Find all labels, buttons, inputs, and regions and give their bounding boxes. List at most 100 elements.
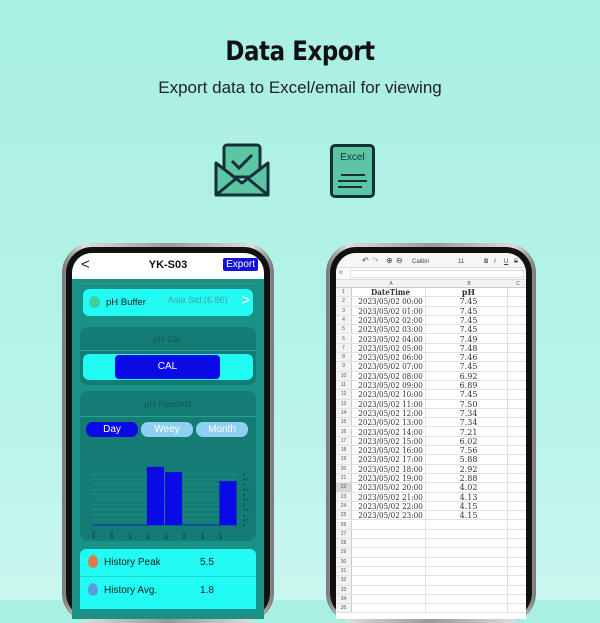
cell-ph[interactable]: 7.45 (430, 390, 508, 399)
cell-datetime[interactable]: DateTime (356, 287, 427, 297)
cell-datetime[interactable]: 2023/05/02 16:00 (356, 446, 427, 455)
cell-ph[interactable]: 2.88 (430, 474, 508, 483)
cell-ph[interactable]: 6.89 (430, 381, 508, 390)
cell-datetime[interactable] (356, 520, 427, 529)
cell-ph[interactable] (430, 594, 508, 604)
cell-datetime[interactable]: 2023/05/02 08:00 (356, 371, 427, 381)
cell-datetime[interactable]: 2023/05/02 17:00 (356, 455, 427, 464)
cell-ph[interactable]: 7.34 (430, 418, 508, 427)
row-number[interactable]: 6 (336, 334, 352, 343)
cell-ph[interactable]: 6.92 (430, 371, 508, 381)
column-c-header[interactable]: C (508, 281, 526, 287)
cell-ph[interactable]: 7.45 (430, 297, 508, 306)
cell-datetime[interactable] (356, 594, 427, 604)
row-number[interactable]: 12 (336, 390, 352, 399)
row-number[interactable]: 20 (336, 464, 352, 473)
cell-datetime[interactable]: 2023/05/02 19:00 (356, 474, 427, 483)
redo-icon[interactable]: ↷ (372, 256, 379, 265)
row-number[interactable]: 25 (336, 511, 352, 520)
font-size-select[interactable]: 11 (458, 259, 464, 265)
row-number[interactable]: 21 (336, 474, 352, 483)
cell-ph[interactable]: 7.45 (430, 325, 508, 334)
cell-datetime[interactable]: 2023/05/02 11:00 (356, 399, 427, 409)
cell-ph[interactable] (430, 520, 508, 529)
row-number[interactable]: 30 (336, 557, 352, 566)
cell-datetime[interactable] (356, 604, 427, 613)
cell-datetime[interactable]: 2023/05/02 07:00 (356, 362, 427, 371)
cell-ph[interactable]: 7.46 (430, 353, 508, 362)
cell-ph[interactable]: 5.88 (430, 455, 508, 464)
row-number[interactable]: 23 (336, 492, 352, 501)
cell-datetime[interactable]: 2023/05/02 04:00 (356, 334, 427, 344)
cell-datetime[interactable]: 2023/05/02 20:00 (356, 483, 427, 492)
cell-datetime[interactable]: 2023/05/02 05:00 (356, 343, 427, 353)
cell-datetime[interactable]: 2023/05/02 13:00 (356, 418, 427, 427)
bold-button[interactable]: B (484, 259, 488, 265)
cell-ph[interactable]: 6.02 (430, 436, 508, 446)
cell-datetime[interactable]: 2023/05/02 01:00 (356, 306, 427, 316)
cell-ph[interactable]: 7.45 (430, 315, 508, 325)
cell-ph[interactable]: 7.49 (430, 334, 508, 344)
cell-datetime[interactable]: 2023/05/02 12:00 (356, 408, 427, 418)
italic-button[interactable]: I (494, 259, 496, 265)
cell-datetime[interactable]: 2023/05/02 14:00 (356, 427, 427, 437)
row-number[interactable]: 35 (336, 604, 352, 613)
cell-datetime[interactable]: 2023/05/02 00:00 (356, 297, 427, 306)
row-number[interactable]: 29 (336, 548, 352, 557)
cell-datetime[interactable] (356, 576, 427, 585)
cell-ph[interactable]: 7.34 (430, 408, 508, 418)
row-number[interactable]: 28 (336, 539, 352, 548)
font-select[interactable]: Calibri (412, 259, 429, 265)
cell-datetime[interactable]: 2023/05/02 23:00 (356, 511, 427, 520)
cell-datetime[interactable]: 2023/05/02 10:00 (356, 390, 427, 399)
tab-week[interactable]: Weey (141, 422, 193, 437)
row-number[interactable]: 33 (336, 585, 352, 594)
cell-datetime[interactable]: 2023/05/02 15:00 (356, 436, 427, 446)
row-number[interactable]: 15 (336, 418, 352, 427)
tab-month[interactable]: Month (196, 422, 248, 437)
row-number[interactable]: 5 (336, 325, 352, 334)
row-number[interactable]: 17 (336, 436, 352, 446)
cell-ph[interactable] (430, 604, 508, 613)
row-number[interactable]: 11 (336, 381, 352, 390)
cell-ph[interactable]: 4.15 (430, 501, 508, 511)
row-number[interactable]: 34 (336, 594, 352, 604)
cell-ph[interactable] (430, 529, 508, 539)
cell-ph[interactable] (430, 567, 508, 576)
cell-ph[interactable] (430, 539, 508, 548)
cell-ph[interactable]: 4.15 (430, 511, 508, 520)
cell-datetime[interactable]: 2023/05/02 22:00 (356, 501, 427, 511)
row-number[interactable]: 13 (336, 399, 352, 408)
cell-datetime[interactable]: 2023/05/02 09:00 (356, 381, 427, 390)
zoom-out-icon[interactable]: ⊖ (396, 256, 403, 265)
row-number[interactable]: 10 (336, 371, 352, 380)
cell-datetime[interactable]: 2023/05/02 06:00 (356, 353, 427, 362)
cell-datetime[interactable] (356, 539, 427, 548)
cell-ph[interactable] (430, 585, 508, 594)
cell-ph[interactable]: 4.02 (430, 483, 508, 492)
row-number[interactable]: 8 (336, 353, 352, 362)
cal-button[interactable]: CAL (115, 355, 220, 379)
cell-ph[interactable]: 2.92 (430, 464, 508, 474)
strike-button[interactable]: S (514, 259, 518, 265)
cell-ph[interactable]: 4.13 (430, 492, 508, 502)
row-number[interactable]: 1 (336, 288, 352, 297)
row-number[interactable]: 26 (336, 520, 352, 529)
cell-datetime[interactable] (356, 557, 427, 566)
cell-ph[interactable] (430, 557, 508, 566)
cell-datetime[interactable]: 2023/05/02 03:00 (356, 325, 427, 334)
row-number[interactable]: 3 (336, 306, 352, 315)
row-number[interactable]: 31 (336, 567, 352, 576)
row-number[interactable]: 24 (336, 501, 352, 511)
cell-ph[interactable]: 7.21 (430, 427, 508, 437)
row-number[interactable]: 18 (336, 446, 352, 455)
undo-icon[interactable]: ↶ (362, 256, 369, 265)
cell-ph[interactable]: 7.48 (430, 343, 508, 353)
row-number[interactable]: 32 (336, 576, 352, 585)
row-number[interactable]: 4 (336, 315, 352, 325)
cell-ph[interactable]: 7.50 (430, 399, 508, 409)
cell-ph[interactable]: 7.45 (430, 362, 508, 371)
cell-datetime[interactable]: 2023/05/02 18:00 (356, 464, 427, 474)
formula-bar[interactable]: fx (336, 268, 526, 280)
cell-datetime[interactable] (356, 567, 427, 576)
